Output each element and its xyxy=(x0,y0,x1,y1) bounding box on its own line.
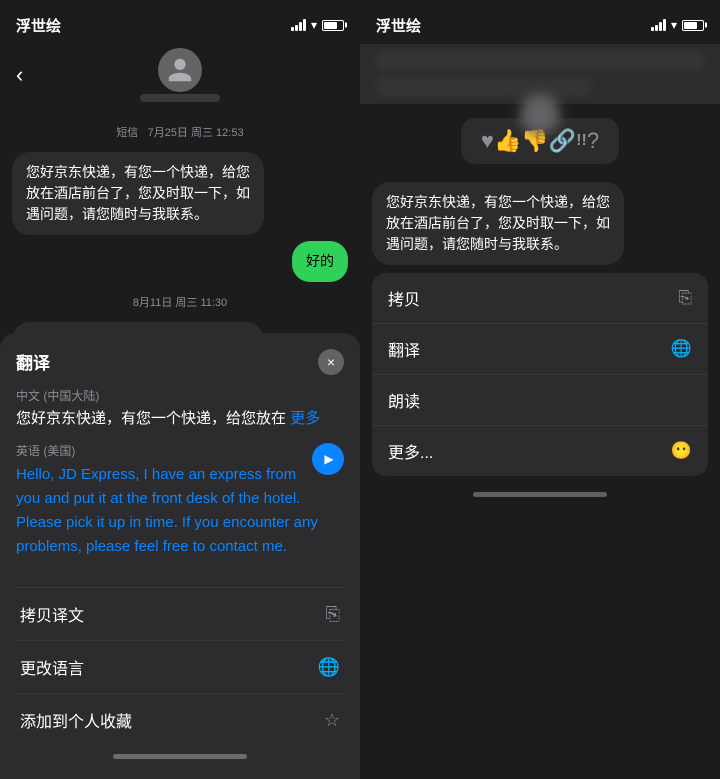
home-indicator-left xyxy=(113,754,247,759)
message-bubble-outgoing-1: 好的 xyxy=(292,241,348,282)
read-label: 朗读 xyxy=(388,388,420,412)
date-label-2: 8月11日 周三 11:30 xyxy=(12,294,348,310)
battery-icon xyxy=(322,20,344,31)
context-menu: 拷贝 ⎘ 翻译 🌐 朗读 更多... 😶 xyxy=(372,273,708,476)
sheet-title: 翻译 xyxy=(16,349,50,374)
right-status-bar: 浮世绘 ▾ xyxy=(360,0,720,44)
context-more[interactable]: 更多... 😶 xyxy=(372,426,708,476)
right-signal-icon xyxy=(651,19,666,31)
action-copy-translation[interactable]: 拷贝译文 ⎘ xyxy=(16,588,344,641)
context-copy[interactable]: 拷贝 ⎘ xyxy=(372,273,708,324)
right-message-bubble: 您好京东快递，有您一个快递，给您放在酒店前台了，您及时取一下，如遇问题，请您随时… xyxy=(372,182,624,265)
left-status-bar: 浮世绘 ▾ xyxy=(0,0,360,44)
contact-name xyxy=(140,94,220,102)
action-fav-label: 添加到个人收藏 xyxy=(20,708,132,732)
more-link[interactable]: 更多 xyxy=(290,410,320,427)
blurred-row-2 xyxy=(376,77,592,97)
context-translate[interactable]: 翻译 🌐 xyxy=(372,324,708,375)
blurred-avatar xyxy=(520,94,560,134)
sheet-close-button[interactable]: × xyxy=(318,349,344,375)
wifi-icon: ▾ xyxy=(311,18,317,32)
right-battery-icon xyxy=(682,20,704,31)
copy-icon: ⎘ xyxy=(326,604,340,625)
message-bubble-incoming-1: 您好京东快递，有您一个快递，给您放在酒店前台了，您及时取一下，如遇问题，请您随时… xyxy=(12,152,264,235)
translation-sheet: 翻译 × 中文 (中国大陆) 您好京东快递，有您一个快递，给您放在 更多 英语 … xyxy=(0,333,360,779)
right-chat-area: 您好京东快递，有您一个快递，给您放在酒店前台了，您及时取一下，如遇问题，请您随时… xyxy=(360,178,720,265)
translated-text: Hello, JD Express, I have an express fro… xyxy=(16,463,344,559)
left-panel: 浮世绘 ▾ ‹ 短信 7月25日 周三 xyxy=(0,0,360,779)
star-icon: ☆ xyxy=(324,710,340,731)
play-button[interactable] xyxy=(312,443,344,475)
right-app-name: 浮世绘 xyxy=(376,15,421,36)
signal-icon xyxy=(291,19,306,31)
sheet-header: 翻译 × xyxy=(16,349,344,375)
home-indicator-right xyxy=(473,492,607,497)
translate-label: 翻译 xyxy=(388,337,420,361)
copy-icon-right: ⎘ xyxy=(678,288,692,308)
left-nav-bar: ‹ xyxy=(0,44,360,110)
more-icon: 😶 xyxy=(671,441,692,461)
more-label: 更多... xyxy=(388,439,433,463)
translate-icon: 🌐 xyxy=(671,339,692,359)
lang-icon: 🌐 xyxy=(318,657,340,678)
right-wifi-icon: ▾ xyxy=(671,18,677,32)
context-read[interactable]: 朗读 xyxy=(372,375,708,426)
person-icon xyxy=(166,56,194,84)
action-copy-label: 拷贝译文 xyxy=(20,602,84,626)
left-status-icons: ▾ xyxy=(291,18,344,32)
source-text: 您好京东快递，有您一个快递，给您放在 更多 xyxy=(16,408,344,431)
right-blurred-header xyxy=(360,44,720,104)
avatar-image xyxy=(158,48,202,92)
action-add-favorite[interactable]: 添加到个人收藏 ☆ xyxy=(16,694,344,746)
source-lang-label: 中文 (中国大陆) xyxy=(16,387,344,404)
right-panel: 浮世绘 ▾ ♥ 👍 👎 🔗 !! ? xyxy=(360,0,720,779)
sheet-actions: 拷贝译文 ⎘ 更改语言 🌐 添加到个人收藏 ☆ xyxy=(16,587,344,746)
back-button[interactable]: ‹ xyxy=(16,64,23,86)
reaction-thumbup[interactable]: 👍 xyxy=(494,128,521,154)
right-status-icons: ▾ xyxy=(651,18,704,32)
contact-avatar xyxy=(140,48,220,102)
reaction-heart[interactable]: ♥ xyxy=(481,128,494,154)
reaction-question[interactable]: ? xyxy=(587,128,599,154)
left-app-name: 浮世绘 xyxy=(16,15,61,36)
reaction-link[interactable]: 🔗 xyxy=(549,128,576,154)
blurred-row-1 xyxy=(376,51,704,71)
date-label-1: 短信 7月25日 周三 12:53 xyxy=(12,124,348,140)
reaction-exclaim[interactable]: !! xyxy=(576,132,587,150)
action-change-lang[interactable]: 更改语言 🌐 xyxy=(16,641,344,694)
target-lang-label: 英语 (美国) xyxy=(16,442,344,459)
copy-label: 拷贝 xyxy=(388,286,420,310)
action-lang-label: 更改语言 xyxy=(20,655,84,679)
